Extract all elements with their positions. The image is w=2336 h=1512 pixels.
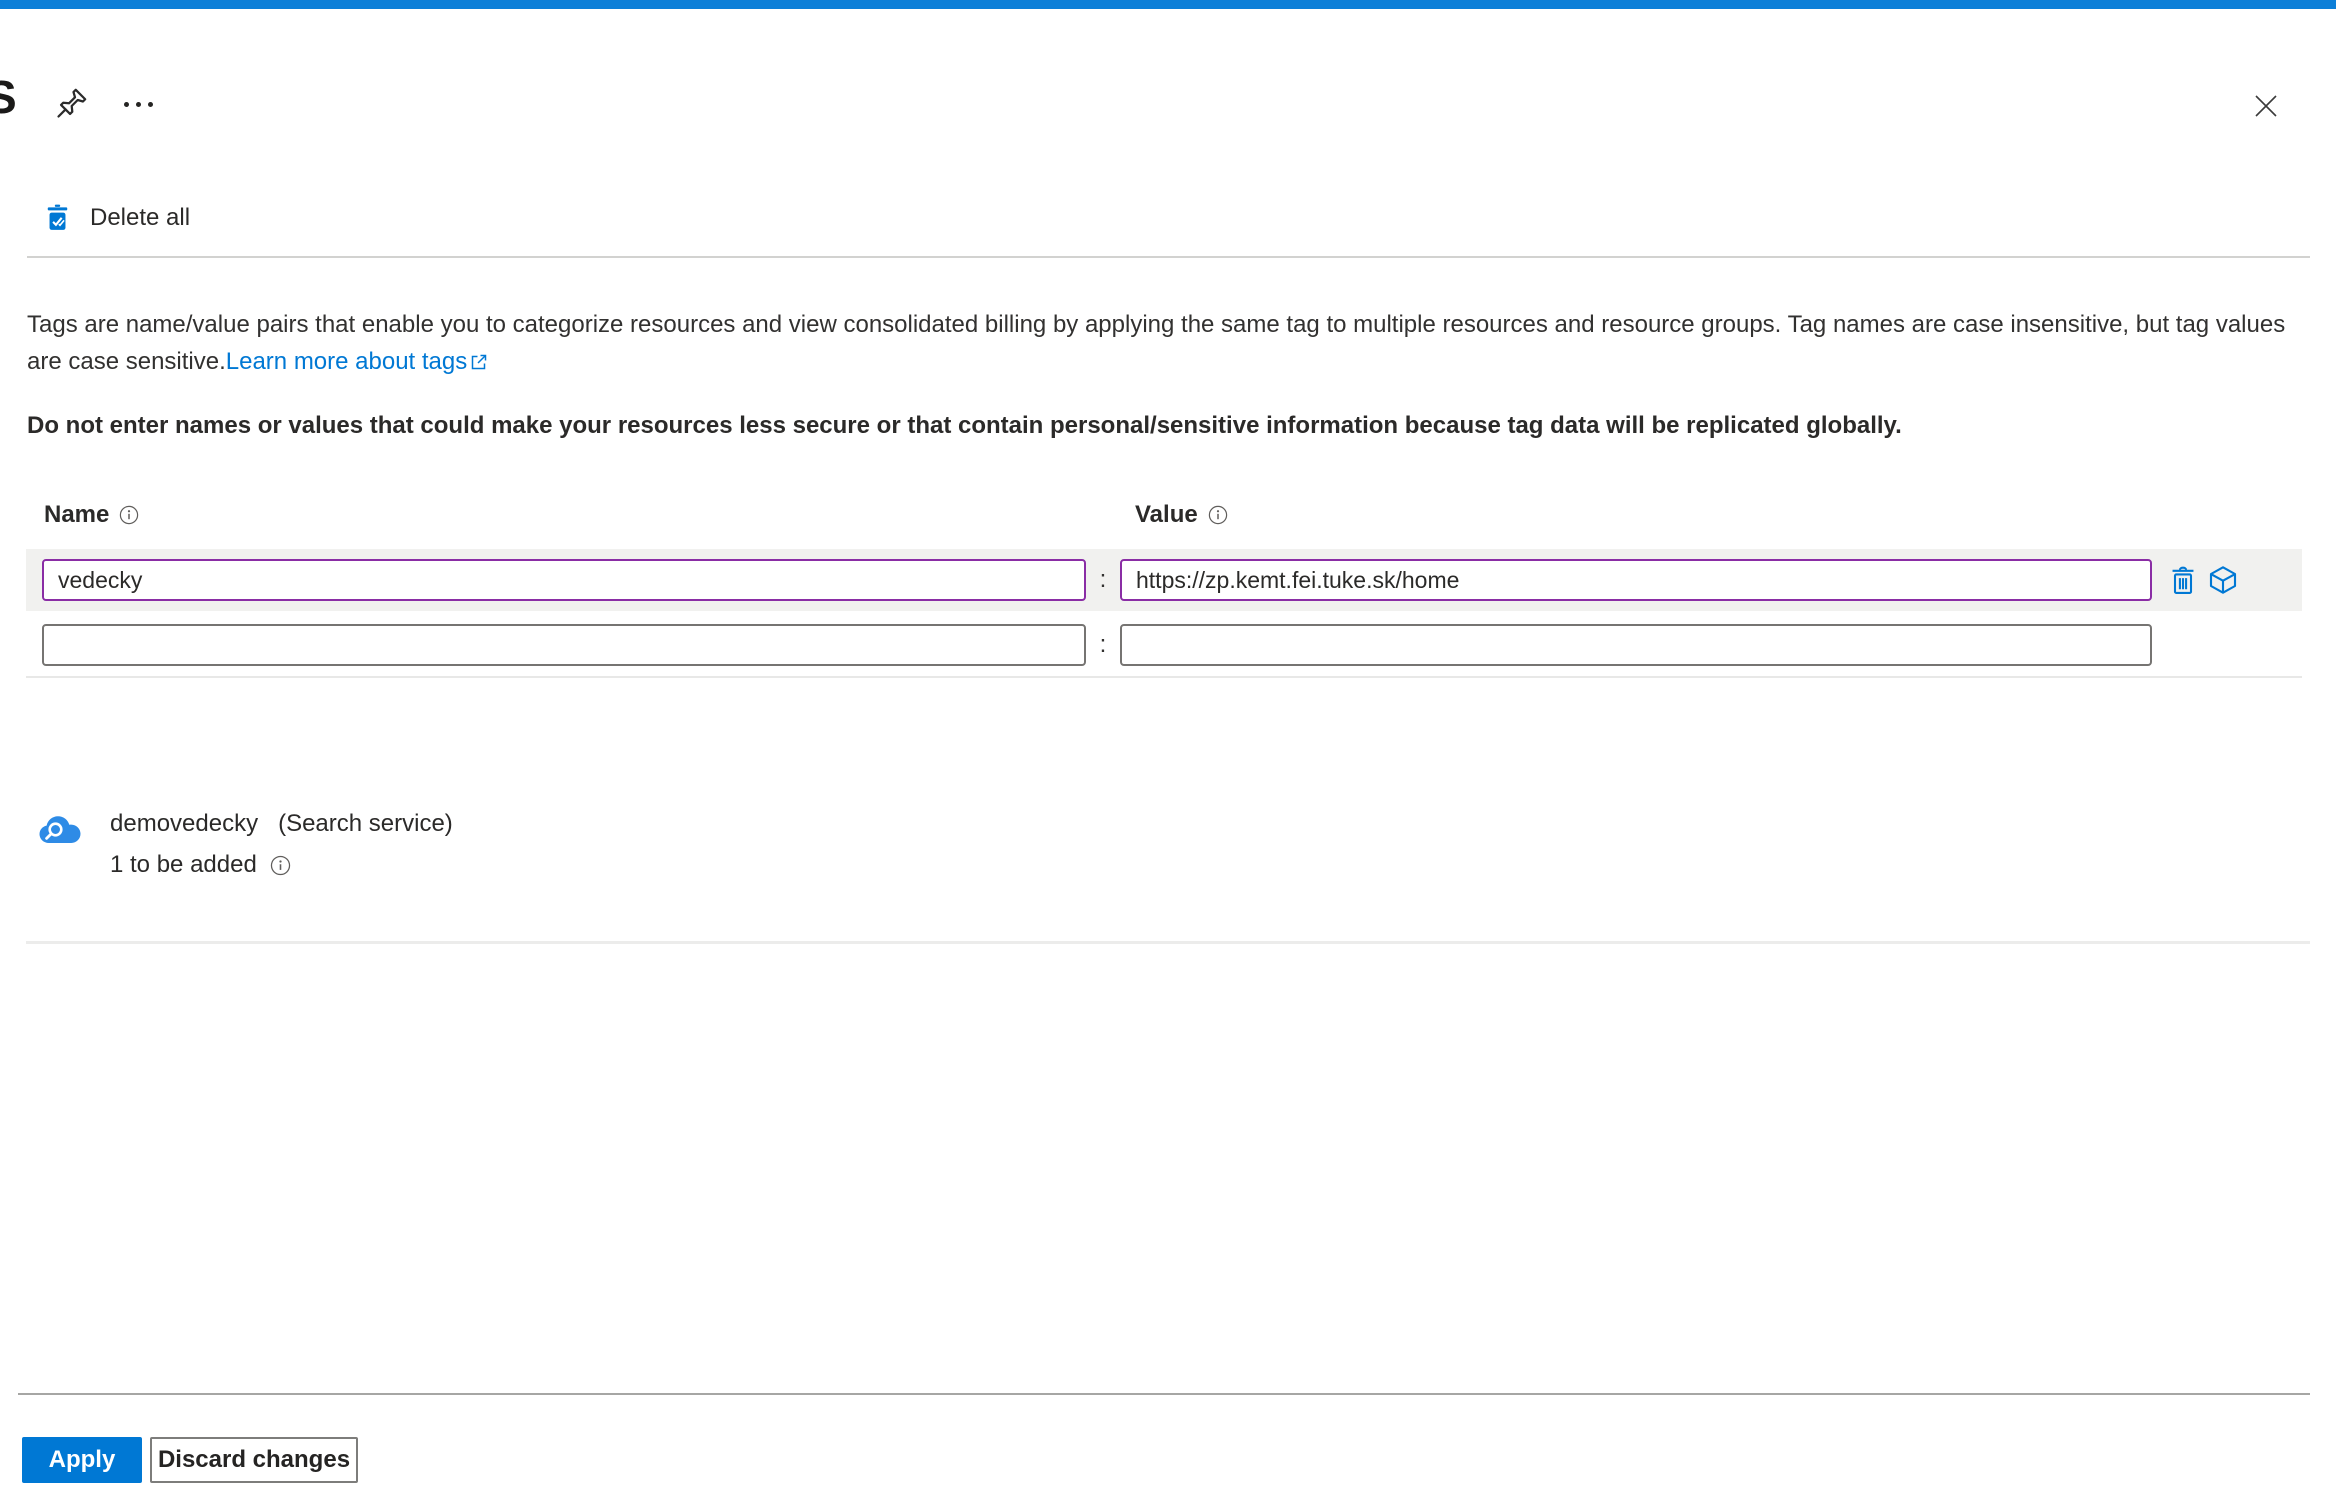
tag-name-input-1[interactable] [42,559,1086,601]
trash-icon [2172,566,2194,594]
info-icon [120,505,139,525]
content-divider [26,941,2310,944]
close-button[interactable] [2244,84,2288,128]
name-header-label: Name [44,501,110,528]
toolbar-divider [27,256,2310,258]
info-icon [1208,505,1227,525]
name-column-header: Name [44,501,139,529]
footer-divider [18,1393,2310,1395]
column-headers: Name Value [0,501,2336,535]
tag-row-2: : [26,616,2302,674]
discard-changes-button[interactable]: Discard changes [150,1437,358,1483]
external-link-icon [472,354,487,370]
resource-scope-button[interactable] [2206,562,2240,598]
apply-button[interactable]: Apply [22,1437,142,1483]
delete-all-icon [47,204,68,230]
resource-name: demovedecky [110,810,259,837]
footer-actions: Apply Discard changes [22,1437,358,1483]
rows-divider [26,676,2302,678]
delete-tag-row-button[interactable] [2166,562,2200,598]
resource-title-line: demovedecky (Search service) [110,810,453,838]
more-button[interactable] [116,88,160,120]
tags-description: Tags are name/value pairs that enable yo… [27,306,2313,380]
pending-status: 1 to be added [110,851,257,878]
delete-all-label: Delete all [90,203,191,231]
tag-value-input-2[interactable] [1120,624,2152,666]
security-warning-text: Do not enter names or values that could … [27,412,1902,439]
command-bar: Delete all [46,203,190,232]
resource-text: demovedecky (Search service) 1 to be add… [110,810,453,879]
resource-type: (Search service) [278,810,453,837]
resource-pending-line: 1 to be added [110,851,453,879]
top-accent-bar [0,0,2336,9]
delete-all-button[interactable]: Delete all [46,203,190,232]
pending-info-button[interactable] [270,855,291,876]
page-title-fragment: S [0,71,17,123]
close-icon [2255,95,2277,117]
search-service-icon [39,816,81,843]
name-info-button[interactable] [119,505,139,525]
pin-button[interactable] [52,82,92,124]
value-header-label: Value [1135,501,1198,528]
tag-value-input-1[interactable] [1120,559,2152,601]
more-icon [123,101,129,107]
tag-name-input-2[interactable] [42,624,1086,666]
resource-summary: demovedecky (Search service) 1 to be add… [38,810,453,879]
name-value-separator: : [1099,566,1107,593]
name-value-separator: : [1099,631,1107,658]
value-column-header: Value [1135,501,1228,529]
cube-icon [2209,566,2237,594]
value-info-button[interactable] [1208,505,1228,525]
tag-row-1: : [26,549,2302,611]
learn-more-link[interactable]: Learn more about tags [226,348,468,375]
info-icon [270,855,290,875]
tags-blade: { "header": { "title_fragment": "S" }, "… [0,0,2336,1512]
pin-icon [57,88,87,118]
